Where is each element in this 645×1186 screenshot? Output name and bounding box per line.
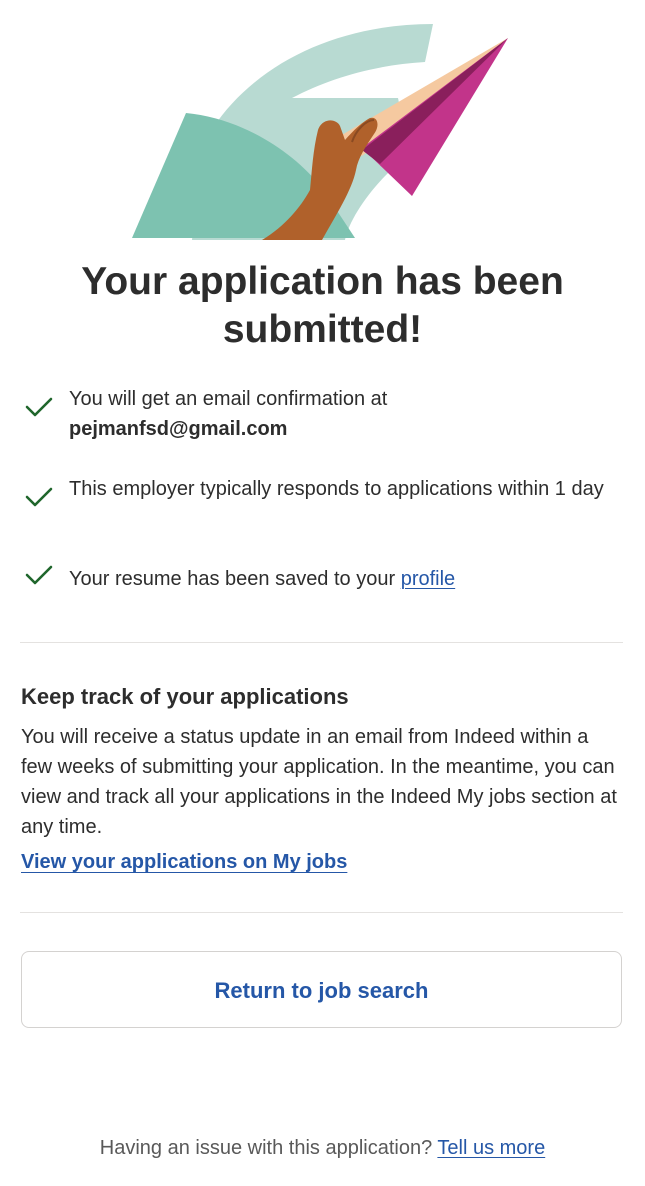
checklist-item-resume-saved: Your resume has been saved to your profi… [0, 564, 645, 594]
tell-us-more-link[interactable]: Tell us more [437, 1137, 545, 1159]
checkmark-icon [25, 565, 53, 585]
checkmark-icon [25, 397, 53, 417]
checklist-item-email: You will get an email confirmation at pe… [0, 384, 645, 446]
view-my-jobs-link[interactable]: View your applications on My jobs [21, 847, 347, 877]
feedback-footer: Having an issue with this application? T… [0, 1133, 645, 1163]
confirmation-email: pejmanfsd@gmail.com [69, 418, 288, 440]
confirmation-checklist: You will get an email confirmation at pe… [0, 384, 645, 594]
checklist-item-resume-text: Your resume has been saved to your [69, 568, 401, 590]
profile-link[interactable]: profile [401, 568, 455, 590]
feedback-prompt: Having an issue with this application? [99, 1137, 438, 1159]
checklist-item-response-time: This employer typically responds to appl… [0, 474, 645, 536]
hero-illustration [0, 0, 645, 240]
confirmation-title: Your application has been submitted! [81, 260, 564, 351]
return-to-job-search-button[interactable]: Return to job search [21, 951, 622, 1028]
checklist-item-response-text: This employer typically responds to appl… [69, 478, 604, 500]
checkmark-icon [25, 487, 53, 507]
section-divider [20, 912, 623, 913]
track-applications-description: You will receive a status update in an e… [21, 726, 617, 838]
checklist-item-email-text: You will get an email confirmation at [69, 388, 388, 410]
track-applications-heading: Keep track of your applications [21, 684, 349, 709]
hand-holding-paper-plane-illustration [132, 24, 508, 240]
section-divider [20, 642, 623, 643]
